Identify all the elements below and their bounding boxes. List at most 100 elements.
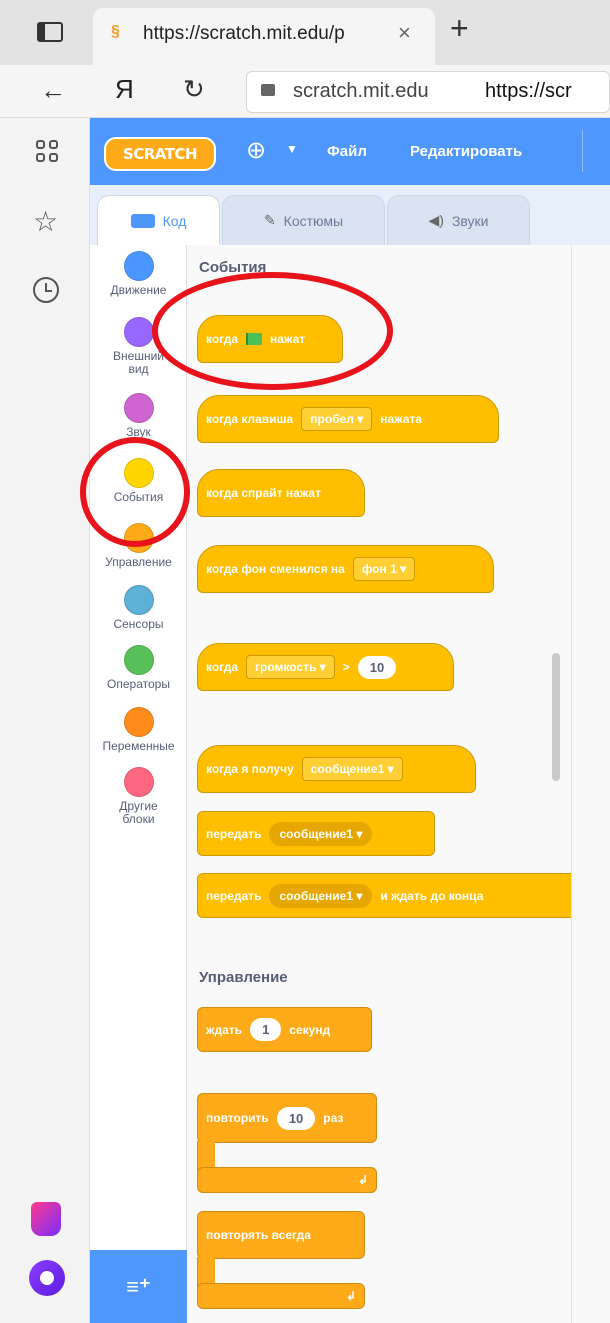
tabs-toggle-icon[interactable] [37, 22, 63, 42]
alice-icon[interactable] [29, 1260, 65, 1296]
browser-tab[interactable]: § https://scratch.mit.edu/p × [93, 8, 435, 65]
code-icon [130, 213, 155, 228]
block-text: > [342, 660, 350, 674]
lock-icon [261, 84, 275, 96]
block-when-backdrop-switches[interactable]: когда фон сменился на фон 1 ▾ [197, 545, 494, 593]
block-text: повторить [206, 1111, 269, 1125]
category-my-blocks[interactable]: Другие блоки [90, 767, 187, 826]
block-text: когда клавиша [206, 412, 294, 426]
loop-arrow-icon: ↲ [357, 1173, 368, 1187]
category-dot [123, 317, 154, 347]
messenger-icon[interactable] [31, 1202, 61, 1236]
speaker-icon: ◀) [428, 212, 444, 228]
block-wait-seconds[interactable]: ждать 1 секунд [197, 1007, 372, 1052]
menu-file[interactable]: Файл [327, 143, 367, 160]
block-when-sprite-clicked[interactable]: когда спрайт нажат [197, 469, 365, 517]
block-text: передать [206, 888, 262, 903]
tab-costumes-label: Костюмы [283, 212, 344, 229]
chevron-down-icon[interactable]: ▼ [286, 142, 298, 156]
category-dot [123, 707, 154, 737]
loop-arrow-icon: ↲ [345, 1289, 356, 1303]
yandex-button[interactable]: Я [115, 74, 134, 105]
category-variables[interactable]: Переменные [90, 707, 187, 753]
repeat-count-input[interactable]: 10 [276, 1106, 316, 1130]
key-dropdown[interactable]: пробел ▾ [301, 407, 373, 431]
tab-code-label: Код [162, 212, 187, 229]
block-text: когда [206, 660, 239, 674]
add-extension-button[interactable]: ≡⁺ [90, 1250, 187, 1323]
menu-edit[interactable]: Редактировать [410, 143, 522, 160]
category-dot [123, 251, 154, 281]
category-label: Операторы [107, 677, 170, 691]
palette-scrollbar[interactable] [552, 653, 560, 781]
block-text: повторять всегда [206, 1228, 311, 1242]
category-dot [123, 393, 154, 423]
sensor-dropdown[interactable]: громкость ▾ [246, 655, 335, 679]
block-text: когда фон сменился на [206, 562, 345, 576]
reload-icon[interactable]: ↻ [183, 74, 205, 105]
block-broadcast[interactable]: передать сообщение1 ▾ [197, 811, 435, 856]
block-when-greater-than[interactable]: когда громкость ▾ > 10 [197, 643, 454, 691]
url-field[interactable]: scratch.mit.edu https://scr [246, 71, 610, 113]
url-path: https://scr [485, 80, 572, 102]
category-label: Другие блоки [119, 799, 158, 826]
scratch-logo[interactable]: SCRATCH [104, 137, 216, 171]
message-dropdown[interactable]: сообщение1 ▾ [269, 821, 373, 846]
block-repeat[interactable]: повторить 10 раз ↲ [197, 1093, 377, 1193]
repeat-bottom: ↲ [197, 1167, 377, 1193]
highlight-ring-flag-block [152, 272, 393, 390]
category-operators[interactable]: Операторы [90, 645, 187, 691]
category-label: Сенсоры [113, 617, 164, 631]
tab-title: https://scratch.mit.edu/p [143, 23, 345, 44]
block-forever[interactable]: повторять всегда ↲ [197, 1211, 365, 1309]
section-title-control: Управление [199, 969, 288, 986]
tab-sounds[interactable]: ◀) Звуки [387, 195, 530, 245]
url-host: scratch.mit.edu [293, 80, 429, 102]
tab-code[interactable]: Код [97, 195, 220, 245]
category-dot [123, 585, 154, 615]
seconds-input[interactable]: 1 [250, 1018, 282, 1041]
threshold-input[interactable]: 10 [357, 655, 397, 679]
block-text: передать [206, 826, 262, 841]
block-when-i-receive[interactable]: когда я получу сообщение1 ▾ [197, 745, 476, 793]
logo-text: SCRATCH [122, 145, 198, 163]
code-workspace[interactable] [571, 245, 610, 1323]
category-label: Движение [110, 283, 167, 297]
new-tab-button[interactable]: + [450, 10, 469, 47]
category-sound[interactable]: Звук [90, 393, 187, 439]
category-dot [123, 767, 154, 797]
block-text: нажата [380, 412, 423, 426]
star-icon[interactable]: ☆ [33, 205, 58, 238]
category-label: Переменные [102, 739, 175, 753]
block-when-key-pressed[interactable]: когда клавиша пробел ▾ нажата [197, 395, 499, 443]
services-grid-icon[interactable] [36, 140, 58, 162]
block-text: ждать [206, 1022, 243, 1037]
category-menu: Движение Внешний вид Звук События Управл… [90, 245, 187, 1250]
close-icon[interactable]: × [398, 20, 411, 46]
message-dropdown[interactable]: сообщение1 ▾ [269, 883, 373, 908]
block-text: и ждать до конца [380, 888, 484, 903]
highlight-ring-events-category [80, 437, 190, 547]
extension-icon: ≡⁺ [126, 1273, 151, 1299]
message-dropdown[interactable]: сообщение1 ▾ [301, 757, 403, 781]
block-text: когда спрайт нажат [206, 486, 321, 500]
block-broadcast-and-wait[interactable]: передать сообщение1 ▾ и ждать до конца [197, 873, 571, 918]
back-arrow-icon[interactable]: ← [40, 75, 66, 106]
category-label: Внешний вид [113, 349, 164, 376]
globe-icon[interactable]: ⊕ [246, 136, 266, 165]
backdrop-dropdown[interactable]: фон 1 ▾ [352, 557, 416, 581]
category-label: Управление [105, 555, 172, 569]
block-text: раз [323, 1111, 344, 1125]
category-dot [123, 645, 154, 675]
category-motion[interactable]: Движение [90, 251, 187, 297]
forever-bottom: ↲ [197, 1283, 365, 1309]
menu-divider [582, 130, 583, 172]
forever-top: повторять всегда [197, 1211, 365, 1259]
category-sensing[interactable]: Сенсоры [90, 585, 187, 631]
tab-costumes[interactable]: ✎ Костюмы [222, 195, 385, 245]
repeat-top: повторить 10 раз [197, 1093, 377, 1143]
history-clock-icon[interactable] [33, 277, 59, 303]
block-text: когда я получу [206, 762, 294, 776]
block-palette: События когда нажат когда клавиша пробел… [187, 245, 571, 1323]
scratch-favicon-icon: § [111, 23, 120, 40]
